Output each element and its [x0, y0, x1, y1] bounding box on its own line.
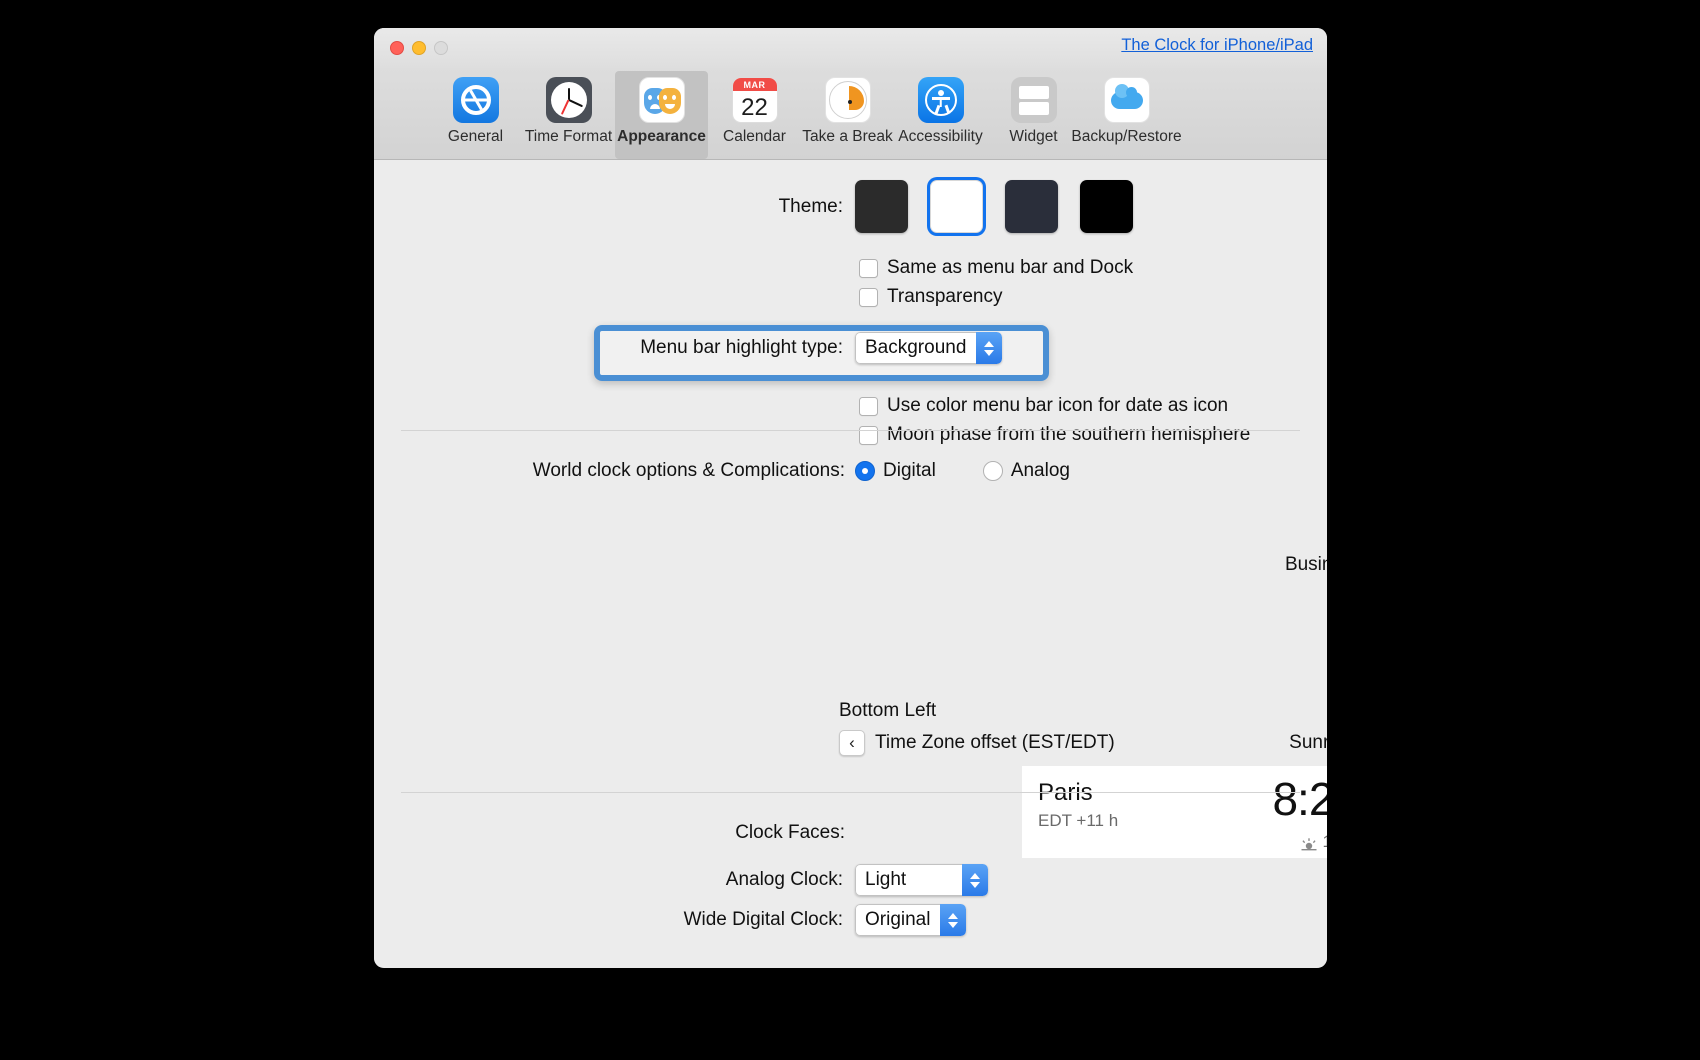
radio-button[interactable] [855, 461, 875, 481]
menu-bar-highlight-dropdown[interactable]: Background [855, 332, 1003, 364]
checkbox-label: Use color menu bar icon for date as icon [887, 395, 1229, 416]
wide-digital-clock-label: Wide Digital Clock: [683, 909, 843, 930]
bottom-left-title: Bottom Left [839, 700, 937, 721]
appearance-checkbox-group-bottom: Use color menu bar icon for date as icon… [859, 392, 1250, 450]
appearance-checkbox-group-top: Same as menu bar and Dock Transparency [859, 254, 1133, 312]
sunset-icon [1301, 836, 1317, 850]
tab-backup-restore[interactable]: Backup/Restore [1071, 71, 1182, 159]
cloud-icon [1103, 77, 1150, 123]
preview-city: Paris [1038, 779, 1093, 806]
preview-sunset-time: 11:57 PM [1322, 832, 1327, 852]
divider-top [401, 430, 1300, 431]
desktop-background: The Clock for iPhone/iPad General Time F… [0, 0, 1700, 1060]
appearance-pane: Theme: Same as menu bar and Dock Transpa… [374, 160, 1327, 967]
window-controls [390, 41, 448, 55]
analog-clock-row: Analog Clock: Light [374, 864, 1327, 896]
minimize-button[interactable] [412, 41, 426, 55]
chevron-updown-icon[interactable] [976, 332, 1003, 364]
checkbox-label: Transparency [887, 286, 1003, 307]
preview-time: 8:26 [1272, 773, 1327, 825]
tab-label: Time Format [524, 128, 613, 145]
gear-icon [452, 77, 499, 123]
preferences-window: The Clock for iPhone/iPad General Time F… [374, 28, 1327, 968]
tab-calendar[interactable]: MAR 22 Calendar [708, 71, 801, 159]
chevron-updown-icon[interactable] [940, 904, 967, 936]
theme-swatches [855, 180, 1133, 233]
calendar-icon-month: MAR [732, 78, 777, 91]
theater-masks-icon [638, 77, 685, 123]
world-clock-options-row: World clock options & Complications: Dig… [374, 460, 1327, 482]
tab-general[interactable]: General [429, 71, 522, 159]
accessibility-icon [917, 77, 964, 123]
top-right-title: Top Right [1234, 522, 1327, 544]
world-clock-preview-card: Paris EDT +11 h 8:26 PM 1 [1022, 766, 1327, 858]
theme-swatch-black[interactable] [1080, 180, 1133, 233]
world-clock-options-label: World clock options & Complications: [532, 460, 845, 481]
checkbox-box[interactable] [859, 287, 878, 307]
dropdown-value: Light [855, 864, 962, 896]
tab-label: Accessibility [898, 128, 983, 145]
dropdown-value: Original [855, 904, 941, 936]
tab-label: General [447, 128, 504, 145]
radio-digital[interactable]: Digital [855, 460, 936, 482]
checkbox-label: Same as menu bar and Dock [887, 257, 1134, 278]
radio-label: Analog [1010, 460, 1070, 481]
tab-label: Take a Break [802, 128, 893, 145]
preview-offset: EDT +11 h [1038, 811, 1119, 830]
zoom-button [434, 41, 448, 55]
chevron-left-icon[interactable]: ‹ [839, 730, 865, 756]
clock-dark-icon [545, 77, 592, 123]
top-right-value: Business Hours [1284, 554, 1327, 575]
checkbox-label: Moon phase from the southern hemisphere [887, 424, 1251, 445]
bottom-right-value: Sunrise/Sunset [1289, 732, 1327, 753]
menu-bar-highlight-label: Menu bar highlight type: [640, 337, 843, 358]
theme-swatch-light[interactable] [930, 180, 983, 233]
theme-label: Theme: [778, 195, 843, 217]
radio-button[interactable] [982, 461, 1003, 481]
tab-widget[interactable]: Widget [987, 71, 1080, 159]
close-button[interactable] [390, 41, 404, 55]
dropdown-value: Background [855, 332, 977, 364]
tab-label: Calendar [723, 128, 786, 145]
widget-icon [1010, 77, 1057, 123]
clock-faces-title: Clock Faces: [735, 822, 845, 843]
tab-accessibility[interactable]: Accessibility [894, 71, 987, 159]
wide-digital-clock-dropdown[interactable]: Original [855, 904, 967, 936]
tab-take-a-break[interactable]: Take a Break [801, 71, 894, 159]
bottom-right-title: Bottom Right [1074, 700, 1327, 722]
menu-bar-highlight-row: Menu bar highlight type: Background [374, 332, 1327, 364]
theme-swatch-dark-gray[interactable] [855, 180, 908, 233]
preview-sunset: 11:57 PM [1301, 832, 1327, 852]
divider-bottom [401, 792, 1300, 793]
tab-label: Widget [1009, 128, 1058, 145]
chevron-updown-icon[interactable] [962, 864, 988, 896]
checkbox-box[interactable] [859, 396, 878, 416]
analog-clock-dropdown[interactable]: Light [855, 864, 988, 896]
tab-time-format[interactable]: Time Format [522, 71, 615, 159]
tab-label: Backup/Restore [1071, 128, 1182, 145]
checkbox-box[interactable] [859, 425, 878, 445]
theme-row: Theme: [374, 180, 1327, 233]
checkbox-transparency[interactable]: Transparency [859, 283, 1133, 311]
radio-analog[interactable]: Analog [982, 460, 1070, 482]
tab-appearance[interactable]: Appearance [615, 71, 708, 159]
bottom-right-complication: Sunrise/Sunset › [1074, 730, 1327, 756]
calendar-icon-day: 22 [741, 93, 768, 121]
checkbox-moon-phase-southern[interactable]: Moon phase from the southern hemisphere [859, 421, 1250, 449]
tab-label: Appearance [617, 128, 706, 145]
calendar-icon: MAR 22 [731, 77, 778, 123]
checkbox-same-as-menu-bar[interactable]: Same as menu bar and Dock [859, 254, 1133, 282]
top-right-complication: Business Hours › [1094, 552, 1327, 578]
checkbox-color-menu-bar-icon[interactable]: Use color menu bar icon for date as icon [859, 392, 1250, 420]
theme-swatch-navy[interactable] [1005, 180, 1058, 233]
timer-icon [824, 77, 871, 123]
preferences-toolbar: General Time Format Appearance MAR 22 Ca… [374, 68, 1327, 160]
window-titlebar: The Clock for iPhone/iPad [374, 28, 1327, 68]
radio-label: Digital [883, 460, 936, 481]
checkbox-box[interactable] [859, 258, 878, 278]
wide-digital-clock-row: Wide Digital Clock: Original [374, 904, 1327, 936]
analog-clock-label: Analog Clock: [725, 869, 843, 890]
app-store-link[interactable]: The Clock for iPhone/iPad [1121, 36, 1313, 55]
